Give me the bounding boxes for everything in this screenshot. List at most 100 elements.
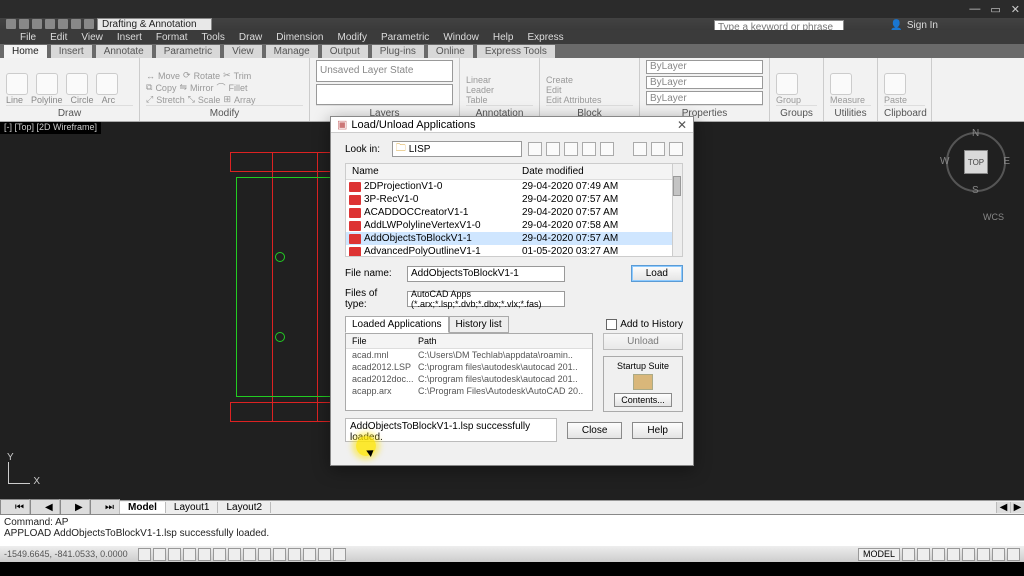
- menu-tools[interactable]: Tools: [202, 32, 225, 43]
- close-window-icon[interactable]: ✕: [1011, 3, 1020, 16]
- menu-parametric[interactable]: Parametric: [381, 32, 429, 43]
- layer-state-dropdown[interactable]: Unsaved Layer State: [316, 60, 453, 82]
- tool1-icon[interactable]: [633, 142, 647, 156]
- loaded-row[interactable]: acapp.arxC:\Program Files\Autodesk\AutoC…: [346, 385, 592, 397]
- menu-dimension[interactable]: Dimension: [276, 32, 323, 43]
- layer-dropdown[interactable]: [316, 84, 453, 106]
- newfolder-icon[interactable]: [582, 142, 596, 156]
- col-name[interactable]: Name: [346, 164, 516, 179]
- model-space-toggle[interactable]: MODEL: [858, 548, 900, 561]
- tab-annotate[interactable]: Annotate: [96, 45, 152, 58]
- tab-online[interactable]: Online: [428, 45, 473, 58]
- file-row[interactable]: AddLWPolylineVertexV1-029-04-2020 07:58 …: [346, 219, 682, 232]
- panel-clipboard: Clipboard: [884, 105, 925, 121]
- menu-modify[interactable]: Modify: [338, 32, 367, 43]
- model-layout-tabs: ⏮ ◀ ▶ ⏭ Model Layout1 Layout2 ◀▶: [0, 500, 1024, 514]
- lw-bylayer[interactable]: ByLayer: [646, 76, 763, 90]
- menu-help[interactable]: Help: [493, 32, 514, 43]
- tab-express[interactable]: Express Tools: [477, 45, 555, 58]
- workspace-dropdown[interactable]: Drafting & Annotation: [97, 18, 212, 31]
- lisp-file-icon: [349, 195, 361, 205]
- close-icon[interactable]: ✕: [677, 118, 687, 132]
- command-line[interactable]: Command: AP APPLOAD AddObjectsToBlockV1-…: [0, 514, 1024, 546]
- tab-history-list[interactable]: History list: [449, 316, 509, 333]
- filetype-label: Files of type:: [345, 288, 401, 310]
- tab-model[interactable]: Model: [120, 502, 166, 513]
- filename-input[interactable]: AddObjectsToBlockV1-1: [407, 266, 565, 282]
- contents-button[interactable]: Contents...: [614, 393, 672, 407]
- viewport-label[interactable]: [-] [Top] [2D Wireframe]: [0, 122, 101, 134]
- measure-icon[interactable]: [830, 73, 852, 95]
- up-icon[interactable]: [546, 142, 560, 156]
- file-scroll-thumb[interactable]: [673, 176, 681, 196]
- line-tool-icon[interactable]: [6, 73, 28, 95]
- help-button[interactable]: Help: [632, 422, 683, 439]
- menu-draw[interactable]: Draw: [239, 32, 262, 43]
- ucs-icon: Y X: [8, 462, 30, 484]
- add-history-checkbox[interactable]: [606, 319, 617, 330]
- file-row[interactable]: AddObjectsToBlockV1-129-04-2020 07:57 AM: [346, 232, 682, 245]
- loaded-row[interactable]: acad2012.LSPC:\program files\autodesk\au…: [346, 361, 592, 373]
- close-button[interactable]: Close: [567, 422, 623, 439]
- lisp-file-icon: [349, 247, 361, 257]
- circle-tool-icon[interactable]: [66, 73, 88, 95]
- new-icon[interactable]: [19, 19, 29, 29]
- file-row[interactable]: 3P-RecV1-029-04-2020 07:57 AM: [346, 193, 682, 206]
- arc-tool-icon[interactable]: [96, 73, 118, 95]
- loaded-row[interactable]: acad.mnlC:\Users\DM Techlab\appdata\roam…: [346, 349, 592, 361]
- tool3-icon[interactable]: [669, 142, 683, 156]
- search-icon[interactable]: [564, 142, 578, 156]
- group-icon[interactable]: [776, 73, 798, 95]
- color-bylayer[interactable]: ByLayer: [646, 60, 763, 74]
- lt-bylayer[interactable]: ByLayer: [646, 91, 763, 105]
- drafting-toggles[interactable]: [138, 548, 346, 561]
- filename-label: File name:: [345, 268, 401, 279]
- hscroll-left-icon[interactable]: ◀: [996, 502, 1010, 513]
- open-icon[interactable]: [32, 19, 42, 29]
- menu-view[interactable]: View: [81, 32, 103, 43]
- menu-file[interactable]: File: [20, 32, 36, 43]
- menu-format[interactable]: Format: [156, 32, 188, 43]
- menu-window[interactable]: Window: [443, 32, 479, 43]
- hscroll-right-icon[interactable]: ▶: [1010, 502, 1024, 513]
- tab-insert[interactable]: Insert: [51, 45, 92, 58]
- tab-home[interactable]: Home: [4, 45, 47, 58]
- tab-loaded-apps[interactable]: Loaded Applications: [345, 316, 449, 333]
- paste-icon[interactable]: [884, 73, 906, 95]
- views-icon[interactable]: [600, 142, 614, 156]
- tab-manage[interactable]: Manage: [266, 45, 318, 58]
- menu-express[interactable]: Express: [527, 32, 563, 43]
- tab-parametric[interactable]: Parametric: [156, 45, 220, 58]
- view-cube[interactable]: TOP NSEW WCS: [946, 132, 1006, 192]
- minimize-icon[interactable]: —: [969, 3, 980, 16]
- tab-layout2[interactable]: Layout2: [218, 502, 271, 513]
- tool2-icon[interactable]: [651, 142, 665, 156]
- back-icon[interactable]: [528, 142, 542, 156]
- file-row[interactable]: 2DProjectionV1-029-04-2020 07:49 AM: [346, 180, 682, 193]
- menu-insert[interactable]: Insert: [117, 32, 142, 43]
- file-row[interactable]: AdvancedPolyOutlineV1-101-05-2020 03:27 …: [346, 245, 682, 257]
- save-icon[interactable]: [45, 19, 55, 29]
- undo-icon[interactable]: [58, 19, 68, 29]
- tab-plugins[interactable]: Plug-ins: [372, 45, 424, 58]
- loaded-row[interactable]: acad2012doc...C:\program files\autodesk\…: [346, 373, 592, 385]
- menu-bar: File Edit View Insert Format Tools Draw …: [0, 30, 1024, 44]
- print-icon[interactable]: [84, 19, 94, 29]
- filetype-dropdown[interactable]: AutoCAD Apps (*.arx;*.lsp;*.dvb;*.dbx;*.…: [407, 291, 565, 307]
- file-row[interactable]: ACADDOCCreatorV1-129-04-2020 07:57 AM: [346, 206, 682, 219]
- tab-view[interactable]: View: [224, 45, 262, 58]
- polyline-tool-icon[interactable]: [36, 73, 58, 95]
- folder-icon: ▣: [337, 118, 347, 131]
- load-button[interactable]: Load: [631, 265, 683, 282]
- loaded-apps-list[interactable]: FilePath acad.mnlC:\Users\DM Techlab\app…: [345, 333, 593, 411]
- menu-edit[interactable]: Edit: [50, 32, 67, 43]
- redo-icon[interactable]: [71, 19, 81, 29]
- col-date[interactable]: Date modified: [516, 164, 682, 179]
- tab-output[interactable]: Output: [322, 45, 368, 58]
- lookin-dropdown[interactable]: 🗀LISP: [392, 141, 522, 157]
- unload-button[interactable]: Unload: [603, 333, 683, 350]
- panel-draw: Draw: [6, 105, 133, 121]
- tab-layout1[interactable]: Layout1: [166, 502, 219, 513]
- file-list[interactable]: Name Date modified 2DProjectionV1-029-04…: [345, 163, 683, 257]
- maximize-icon[interactable]: ▭: [990, 3, 1000, 16]
